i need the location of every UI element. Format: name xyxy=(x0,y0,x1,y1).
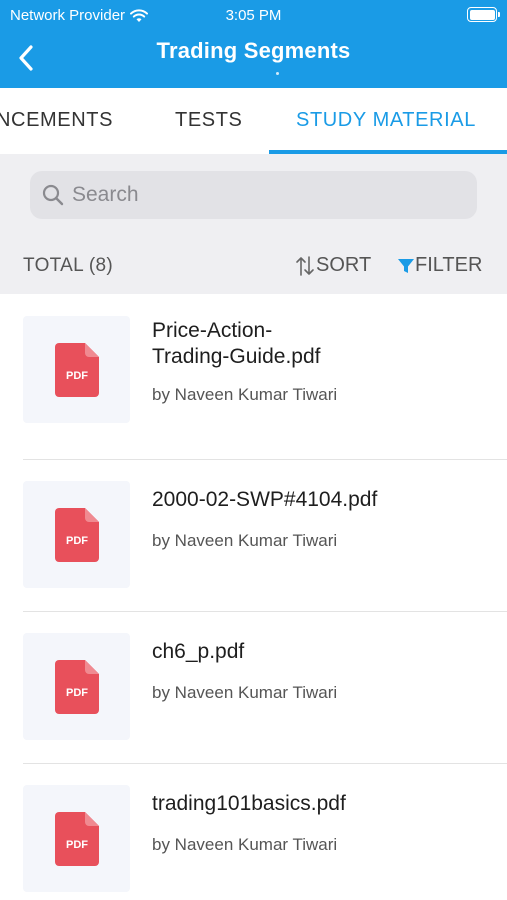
file-thumbnail: PDF xyxy=(23,316,130,423)
page-title: Trading Segments xyxy=(156,38,351,63)
file-author: by Naveen Kumar Tiwari xyxy=(152,531,338,550)
search-icon xyxy=(42,184,64,206)
file-author: by Naveen Kumar Tiwari xyxy=(152,683,338,702)
sort-label: SORT xyxy=(316,254,372,276)
sort-button[interactable]: SORT xyxy=(294,254,371,277)
file-name-line1: 2000-02-SWP#4104.pdf xyxy=(152,488,378,511)
list-toolbar: TOTAL (8) SORT FILTER xyxy=(0,234,507,294)
status-bar: Network Provider 3:05 PM xyxy=(0,0,507,30)
list-item[interactable]: PDF ch6_p.pdf by Naveen Kumar Tiwari xyxy=(0,612,507,764)
filter-button[interactable]: FILTER xyxy=(397,254,482,277)
file-author: by Naveen Kumar Tiwari xyxy=(152,835,338,854)
total-count: TOTAL (8) xyxy=(23,255,113,276)
file-name: trading101basics.pdf xyxy=(152,791,482,817)
file-author: by Naveen Kumar Tiwari xyxy=(152,385,338,404)
file-thumbnail: PDF xyxy=(23,633,130,740)
svg-text:PDF: PDF xyxy=(66,370,88,382)
list-item[interactable]: PDF trading101basics.pdf by Naveen Kumar… xyxy=(0,764,507,900)
search-area: Search xyxy=(0,154,507,234)
file-name-line2: Trading-Guide.pdf xyxy=(152,345,321,368)
tab-tests[interactable]: TESTS xyxy=(175,109,242,132)
pdf-icon: PDF xyxy=(54,342,99,397)
file-name-line1: ch6_p.pdf xyxy=(152,640,245,663)
pdf-icon: PDF xyxy=(54,659,99,714)
search-input[interactable]: Search xyxy=(30,171,477,219)
tab-bar: NCEMENTS TESTS STUDY MATERIAL xyxy=(0,88,507,154)
pdf-icon: PDF xyxy=(54,811,99,866)
nav-bar: Trading Segments xyxy=(0,30,507,88)
search-placeholder: Search xyxy=(72,183,139,206)
sort-icon xyxy=(296,255,314,276)
svg-text:PDF: PDF xyxy=(66,839,88,851)
battery-icon xyxy=(467,7,500,22)
tab-announcements[interactable]: NCEMENTS xyxy=(0,109,113,132)
svg-text:PDF: PDF xyxy=(66,687,88,699)
filter-icon xyxy=(398,258,414,273)
file-name: ch6_p.pdf xyxy=(152,639,482,665)
file-name: Price-Action- Trading-Guide.pdf xyxy=(152,318,482,370)
file-thumbnail: PDF xyxy=(23,481,130,588)
file-name-line1: trading101basics.pdf xyxy=(152,792,346,815)
file-name-line1: Price-Action- xyxy=(152,319,273,342)
clock: 3:05 PM xyxy=(225,7,282,24)
filter-label: FILTER xyxy=(415,254,483,276)
app-header: Network Provider 3:05 PM Trading Segment… xyxy=(0,0,507,88)
svg-text:PDF: PDF xyxy=(66,535,88,547)
pdf-icon: PDF xyxy=(54,507,99,562)
file-thumbnail: PDF xyxy=(23,785,130,892)
tab-study-material[interactable]: STUDY MATERIAL xyxy=(296,109,476,132)
file-name: 2000-02-SWP#4104.pdf xyxy=(152,487,482,513)
study-material-list: PDF Price-Action- Trading-Guide.pdf by N… xyxy=(0,294,507,900)
list-item[interactable]: PDF 2000-02-SWP#4104.pdf by Naveen Kumar… xyxy=(0,460,507,612)
title-dot xyxy=(276,72,279,75)
list-item[interactable]: PDF Price-Action- Trading-Guide.pdf by N… xyxy=(0,294,507,460)
